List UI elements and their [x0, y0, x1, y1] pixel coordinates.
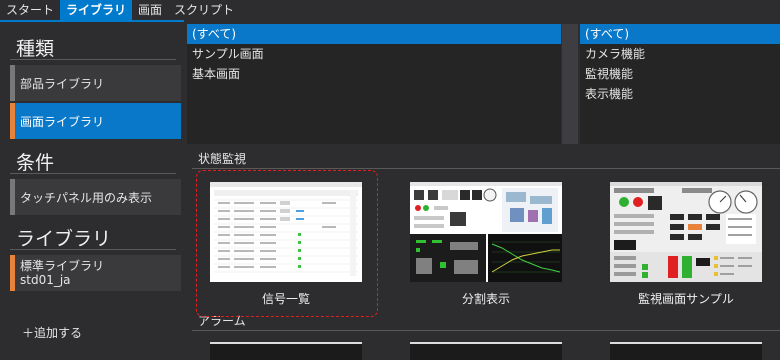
condition-section-title: 条件: [16, 152, 55, 174]
library-name: 標準ライブラリ: [20, 259, 105, 273]
library-id: std01_ja: [20, 273, 71, 287]
focus-outline: [196, 170, 378, 317]
card-caption-split-display: 分割表示: [461, 292, 510, 306]
screen-card-monitor-sample[interactable]: [610, 182, 762, 282]
sidebar-item-label: 部品ライブラリ: [20, 76, 105, 91]
menu-bar: スタート ライブラリ 画面 スクリプト: [0, 0, 780, 20]
split-display-thumbnail: [410, 182, 562, 282]
category-list: (すべて) サンプル画面 基本画面: [187, 24, 561, 144]
card-caption-monitor-sample: 監視画面サンプル: [638, 292, 734, 306]
screen-card-alarm-1[interactable]: [210, 342, 362, 360]
tab-screen[interactable]: 画面: [132, 0, 168, 20]
group-title-status-monitor: 状態監視: [198, 152, 247, 166]
sidebar-item-label: タッチパネル用のみ表示: [20, 190, 153, 205]
item-indicator: [10, 103, 15, 139]
screen-card-alarm-3[interactable]: [610, 342, 762, 360]
tab-start[interactable]: スタート: [0, 0, 60, 20]
kind-divider: [10, 59, 176, 60]
library-section-title: ライブラリ: [16, 228, 112, 250]
list-item[interactable]: 基本画面: [187, 64, 561, 84]
monitor-sample-thumbnail: [610, 182, 762, 282]
list-item[interactable]: サンプル画面: [187, 44, 561, 64]
library-divider: [10, 249, 176, 250]
sidebar-item-screen-library[interactable]: 画面ライブラリ: [10, 103, 181, 139]
add-library-button[interactable]: ＋追加する: [22, 324, 82, 341]
function-list: (すべて) カメラ機能 監視機能 表示機能: [580, 24, 780, 144]
group-divider: [192, 168, 780, 169]
group-divider: [192, 330, 780, 331]
sidebar-item-label: 画面ライブラリ: [20, 114, 105, 129]
list-item[interactable]: (すべて): [187, 24, 561, 44]
sidebar-item-standard-library[interactable]: 標準ライブラリ std01_ja: [10, 255, 181, 291]
sidebar-item-touch-panel-only[interactable]: タッチパネル用のみ表示: [10, 179, 181, 215]
list-item[interactable]: 監視機能: [580, 64, 780, 84]
list-item[interactable]: 表示機能: [580, 84, 780, 104]
screen-card-split-display[interactable]: [410, 182, 562, 282]
tab-script[interactable]: スクリプト: [168, 0, 240, 20]
condition-divider: [10, 173, 176, 174]
list-item[interactable]: カメラ機能: [580, 44, 780, 64]
filter-panel: 種類 部品ライブラリ 画面ライブラリ 条件 タッチパネル用のみ表示 ライブラリ …: [0, 20, 184, 360]
list-item[interactable]: (すべて): [580, 24, 780, 44]
kind-section-title: 種類: [16, 38, 55, 60]
item-indicator: [10, 255, 15, 291]
screen-card-alarm-2[interactable]: [410, 342, 562, 360]
tab-library[interactable]: ライブラリ: [60, 0, 133, 20]
sidebar-item-parts-library[interactable]: 部品ライブラリ: [10, 65, 181, 101]
item-indicator: [10, 179, 15, 215]
item-indicator: [10, 65, 15, 101]
category-list-scrollbar[interactable]: [562, 24, 578, 144]
